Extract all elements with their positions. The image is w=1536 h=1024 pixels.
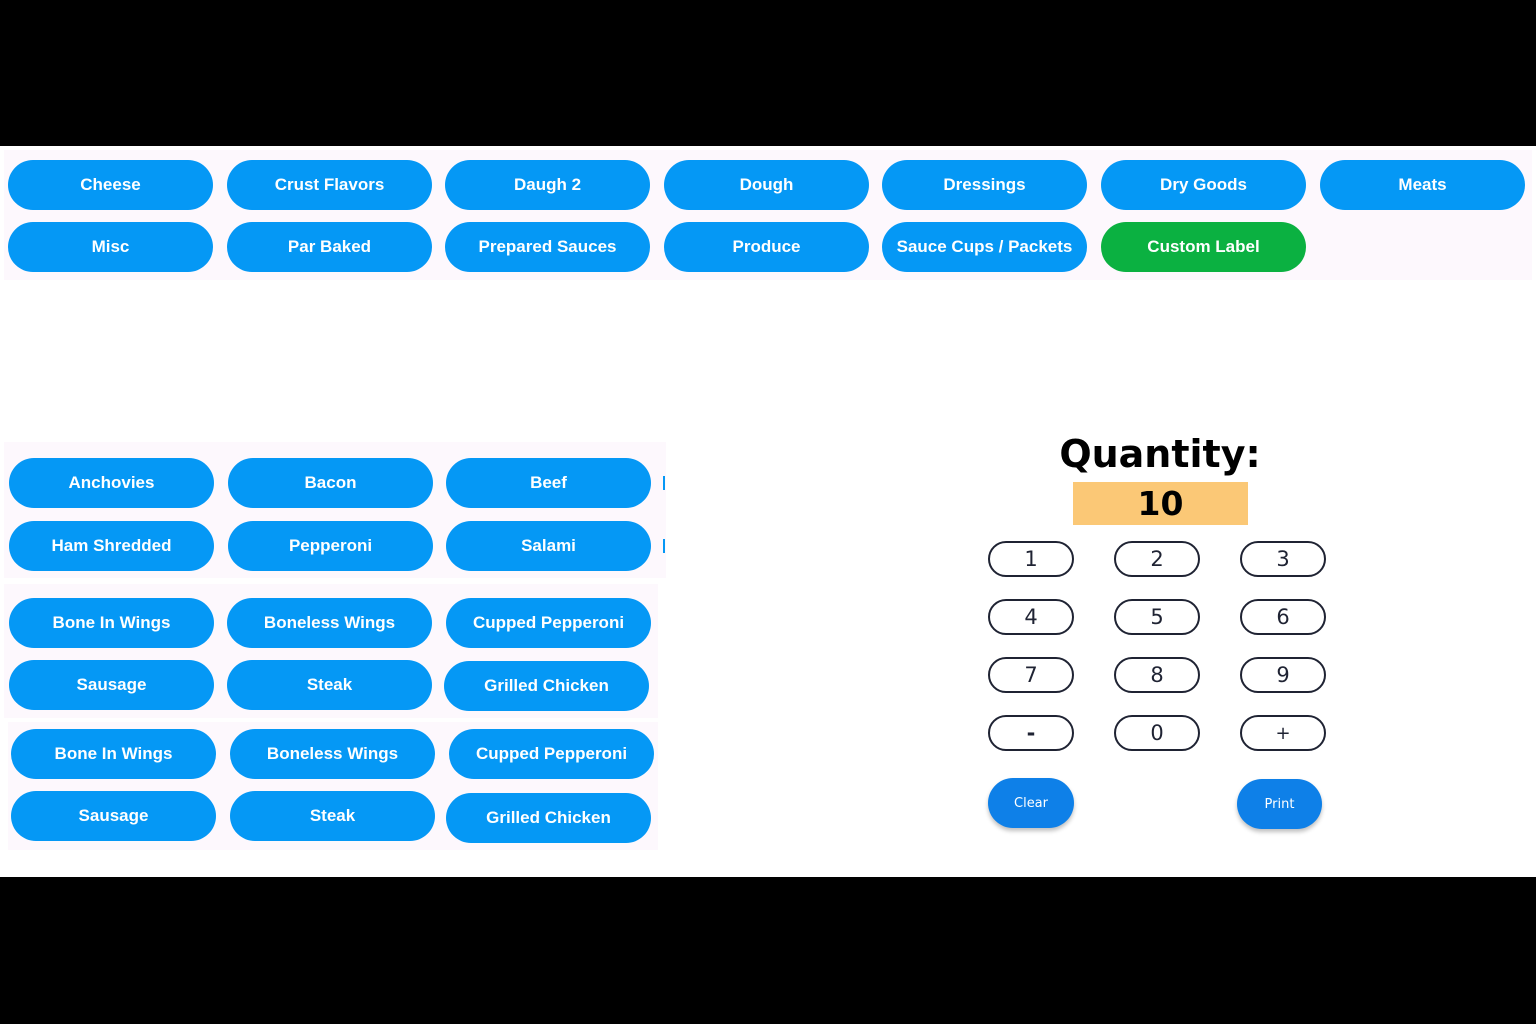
category-prepared-sauces-button[interactable]: Prepared Sauces (445, 222, 650, 272)
keypad-8-button[interactable]: 8 (1114, 657, 1200, 693)
keypad-6-button[interactable]: 6 (1240, 599, 1326, 635)
keypad-4-button[interactable]: 4 (988, 599, 1074, 635)
category-dough-button[interactable]: Dough (664, 160, 869, 210)
keypad-1-button[interactable]: 1 (988, 541, 1074, 577)
item-sausage-button[interactable]: Sausage (11, 791, 216, 841)
item-boneless-wings-button[interactable]: Boneless Wings (227, 598, 432, 648)
item-anchovies-button[interactable]: Anchovies (9, 458, 214, 508)
category-dressings-button[interactable]: Dressings (882, 160, 1087, 210)
category-dry-goods-button[interactable]: Dry Goods (1101, 160, 1306, 210)
overflow-edge-marker (663, 476, 665, 490)
item-grilled-chicken-button[interactable]: Grilled Chicken (444, 661, 649, 711)
item-grilled-chicken-button[interactable]: Grilled Chicken (446, 793, 651, 843)
category-cheese-button[interactable]: Cheese (8, 160, 213, 210)
overflow-edge-marker (663, 539, 665, 553)
keypad-plus-button[interactable]: + (1240, 715, 1326, 751)
keypad-9-button[interactable]: 9 (1240, 657, 1326, 693)
item-pepperoni-button[interactable]: Pepperoni (228, 521, 433, 571)
keypad-minus-button[interactable]: - (988, 715, 1074, 751)
item-bone-in-wings-button[interactable]: Bone In Wings (11, 729, 216, 779)
category-daugh-2-button[interactable]: Daugh 2 (445, 160, 650, 210)
item-sausage-button[interactable]: Sausage (9, 660, 214, 710)
item-ham-shredded-button[interactable]: Ham Shredded (9, 521, 214, 571)
category-misc-button[interactable]: Misc (8, 222, 213, 272)
category-crust-flavors-button[interactable]: Crust Flavors (227, 160, 432, 210)
category-produce-button[interactable]: Produce (664, 222, 869, 272)
item-beef-button[interactable]: Beef (446, 458, 651, 508)
keypad-0-button[interactable]: 0 (1114, 715, 1200, 751)
label-printer-app: Cheese Crust Flavors Daugh 2 Dough Dress… (0, 146, 1536, 877)
item-steak-button[interactable]: Steak (230, 791, 435, 841)
quantity-value: 10 (1073, 482, 1248, 525)
item-cupped-pepperoni-button[interactable]: Cupped Pepperoni (446, 598, 651, 648)
item-salami-button[interactable]: Salami (446, 521, 651, 571)
quantity-label: Quantity: (1059, 432, 1261, 476)
category-sauce-cups-packets-button[interactable]: Sauce Cups / Packets (882, 222, 1087, 272)
clear-button[interactable]: Clear (988, 778, 1074, 828)
item-bone-in-wings-button[interactable]: Bone In Wings (9, 598, 214, 648)
keypad-5-button[interactable]: 5 (1114, 599, 1200, 635)
keypad-3-button[interactable]: 3 (1240, 541, 1326, 577)
print-button[interactable]: Print (1237, 779, 1322, 829)
custom-label-button[interactable]: Custom Label (1101, 222, 1306, 272)
item-cupped-pepperoni-button[interactable]: Cupped Pepperoni (449, 729, 654, 779)
category-par-baked-button[interactable]: Par Baked (227, 222, 432, 272)
item-bacon-button[interactable]: Bacon (228, 458, 433, 508)
keypad-2-button[interactable]: 2 (1114, 541, 1200, 577)
item-boneless-wings-button[interactable]: Boneless Wings (230, 729, 435, 779)
item-steak-button[interactable]: Steak (227, 660, 432, 710)
keypad-7-button[interactable]: 7 (988, 657, 1074, 693)
category-meats-button[interactable]: Meats (1320, 160, 1525, 210)
